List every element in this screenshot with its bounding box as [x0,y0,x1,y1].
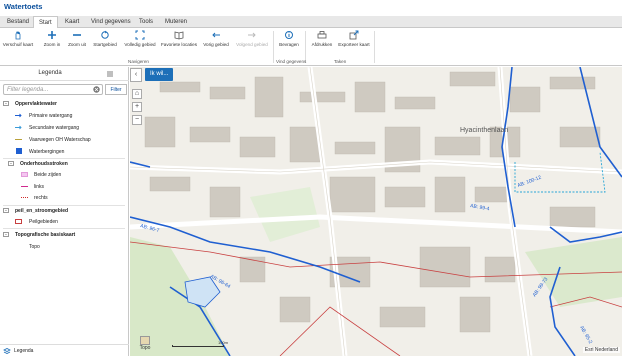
map-zoom-out-button[interactable]: − [132,115,142,125]
tab-muteren[interactable]: Muteren [160,16,192,28]
tab-bestand[interactable]: Bestand [2,16,34,28]
legend-group-label: Topografische basiskaart [15,232,76,238]
legend-footer[interactable]: Legenda [0,344,129,356]
legend-item-label: Beide zijden [34,172,62,178]
ribbon-separator [374,31,375,63]
divider [3,228,125,229]
tab-vind-gegevens[interactable]: Vind gegevens [86,16,136,28]
legend-group-label: peil_en_stroomgebied [15,208,69,214]
tab-kaart[interactable]: Kaart [60,16,84,28]
home-icon [101,30,109,39]
legend-item-label: links [34,184,45,190]
legend-panel: Legenda Filter legenda... Filter − Opper… [0,67,129,356]
group-label-navigeren: Navigeren [128,59,149,64]
hand-icon [15,31,21,40]
legend-item-label: Topo [29,244,40,250]
legend-title: Legenda [38,70,62,76]
legend-item-label: Secundaire watergang [29,125,80,131]
left-strip-swatch [21,186,28,187]
group-toggle-onderhoudsstroken[interactable]: − [8,161,14,166]
zoom-in-icon [48,31,56,39]
collapse-panel-button[interactable]: ‹ [130,68,142,82]
legend-item-label: Waterbergingen [29,149,65,155]
map-canvas[interactable]: AB: 100-12 AB: 99-4 AB: 96-7 AB: 96-64 A… [130,67,622,356]
pan-map-button[interactable]: Verschuif kaart [0,30,36,48]
tab-tools[interactable]: Tools [134,16,158,28]
group-label-taken: Taken [334,59,347,64]
legend-filter-button[interactable]: Filter [105,84,127,95]
full-extent-icon [135,30,145,40]
scale-label: 100m [218,340,229,345]
home-extent-button[interactable]: Startgebied [87,30,123,48]
book-icon [174,31,184,40]
title-bar: Watertoets [0,0,622,16]
identify-icon [285,31,293,39]
scale-bar: 100m [172,340,232,353]
menu-icon[interactable] [106,70,114,78]
basemap-thumbnail [140,336,150,345]
ik-wil-button[interactable]: Ik wil... [145,68,174,81]
favorite-locations-button[interactable]: Favoriete locaties [161,30,197,48]
identify-button[interactable]: Bevragen [271,30,307,48]
print-icon [317,31,327,39]
next-extent-button[interactable]: Volgend gebied [234,30,270,48]
legend-group-label: Onderhoudsstroken [20,161,68,167]
group-toggle-topo[interactable]: − [3,232,9,237]
group-label-vind-gegevens: Vind gegevens [276,59,307,64]
print-button[interactable]: Afdrukken [304,30,340,48]
previous-extent-button[interactable]: Vorig gebied [198,30,234,48]
map-attribution: Esri Nederland [582,347,620,353]
map-view[interactable]: AB: 100-12 AB: 99-4 AB: 96-7 AB: 96-64 A… [130,67,622,356]
app-title: Watertoets [4,2,43,11]
street-label: Hyacinthenlaan [460,127,508,134]
zoom-out-icon [73,34,81,36]
back-arrow-icon [212,32,220,38]
group-toggle-peil[interactable]: − [3,208,9,213]
secondary-watercourse-swatch [15,125,22,130]
full-extent-button[interactable]: Volledig gebied [122,30,158,48]
group-toggle-oppervlaktewater[interactable]: − [3,101,9,106]
waterway-swatch [15,139,22,140]
tab-bar: Bestand Start Kaart Vind gegevens Tools … [0,16,622,29]
water-storage-swatch [16,148,22,154]
legend-item-label: Primaire watergang [29,113,73,119]
map-home-button[interactable]: ⌂ [132,89,142,99]
primary-watercourse-swatch [15,113,22,118]
right-strip-swatch [21,197,28,198]
legend-header: Legenda [0,67,129,81]
basemap-label: Topo [139,345,151,351]
legend-group-label: Oppervlaktewater [15,101,57,107]
export-map-button[interactable]: Exporteer kaart [336,30,372,48]
scale-line [172,345,224,347]
legend-item-label: rechts [34,195,48,201]
divider [3,205,125,206]
ribbon: Verschuif kaart Zoom in Zoom uit Startge… [0,28,622,66]
divider [3,158,125,159]
basemap-switcher[interactable]: Topo [138,336,152,354]
layers-icon [3,348,11,354]
legend-item-label: Peilgebieden [29,219,58,225]
legend-filter-input[interactable]: Filter legenda... [3,84,103,95]
legend-footer-label: Legenda [14,348,34,354]
both-sides-swatch [21,172,28,177]
peil-area-swatch [15,219,22,224]
map-zoom-in-button[interactable]: + [132,102,142,112]
forward-arrow-icon [248,32,256,38]
clear-icon[interactable] [93,86,100,93]
legend-item-label: Vaarwegen OH Waterschap [29,137,91,143]
export-map-icon [349,30,359,40]
